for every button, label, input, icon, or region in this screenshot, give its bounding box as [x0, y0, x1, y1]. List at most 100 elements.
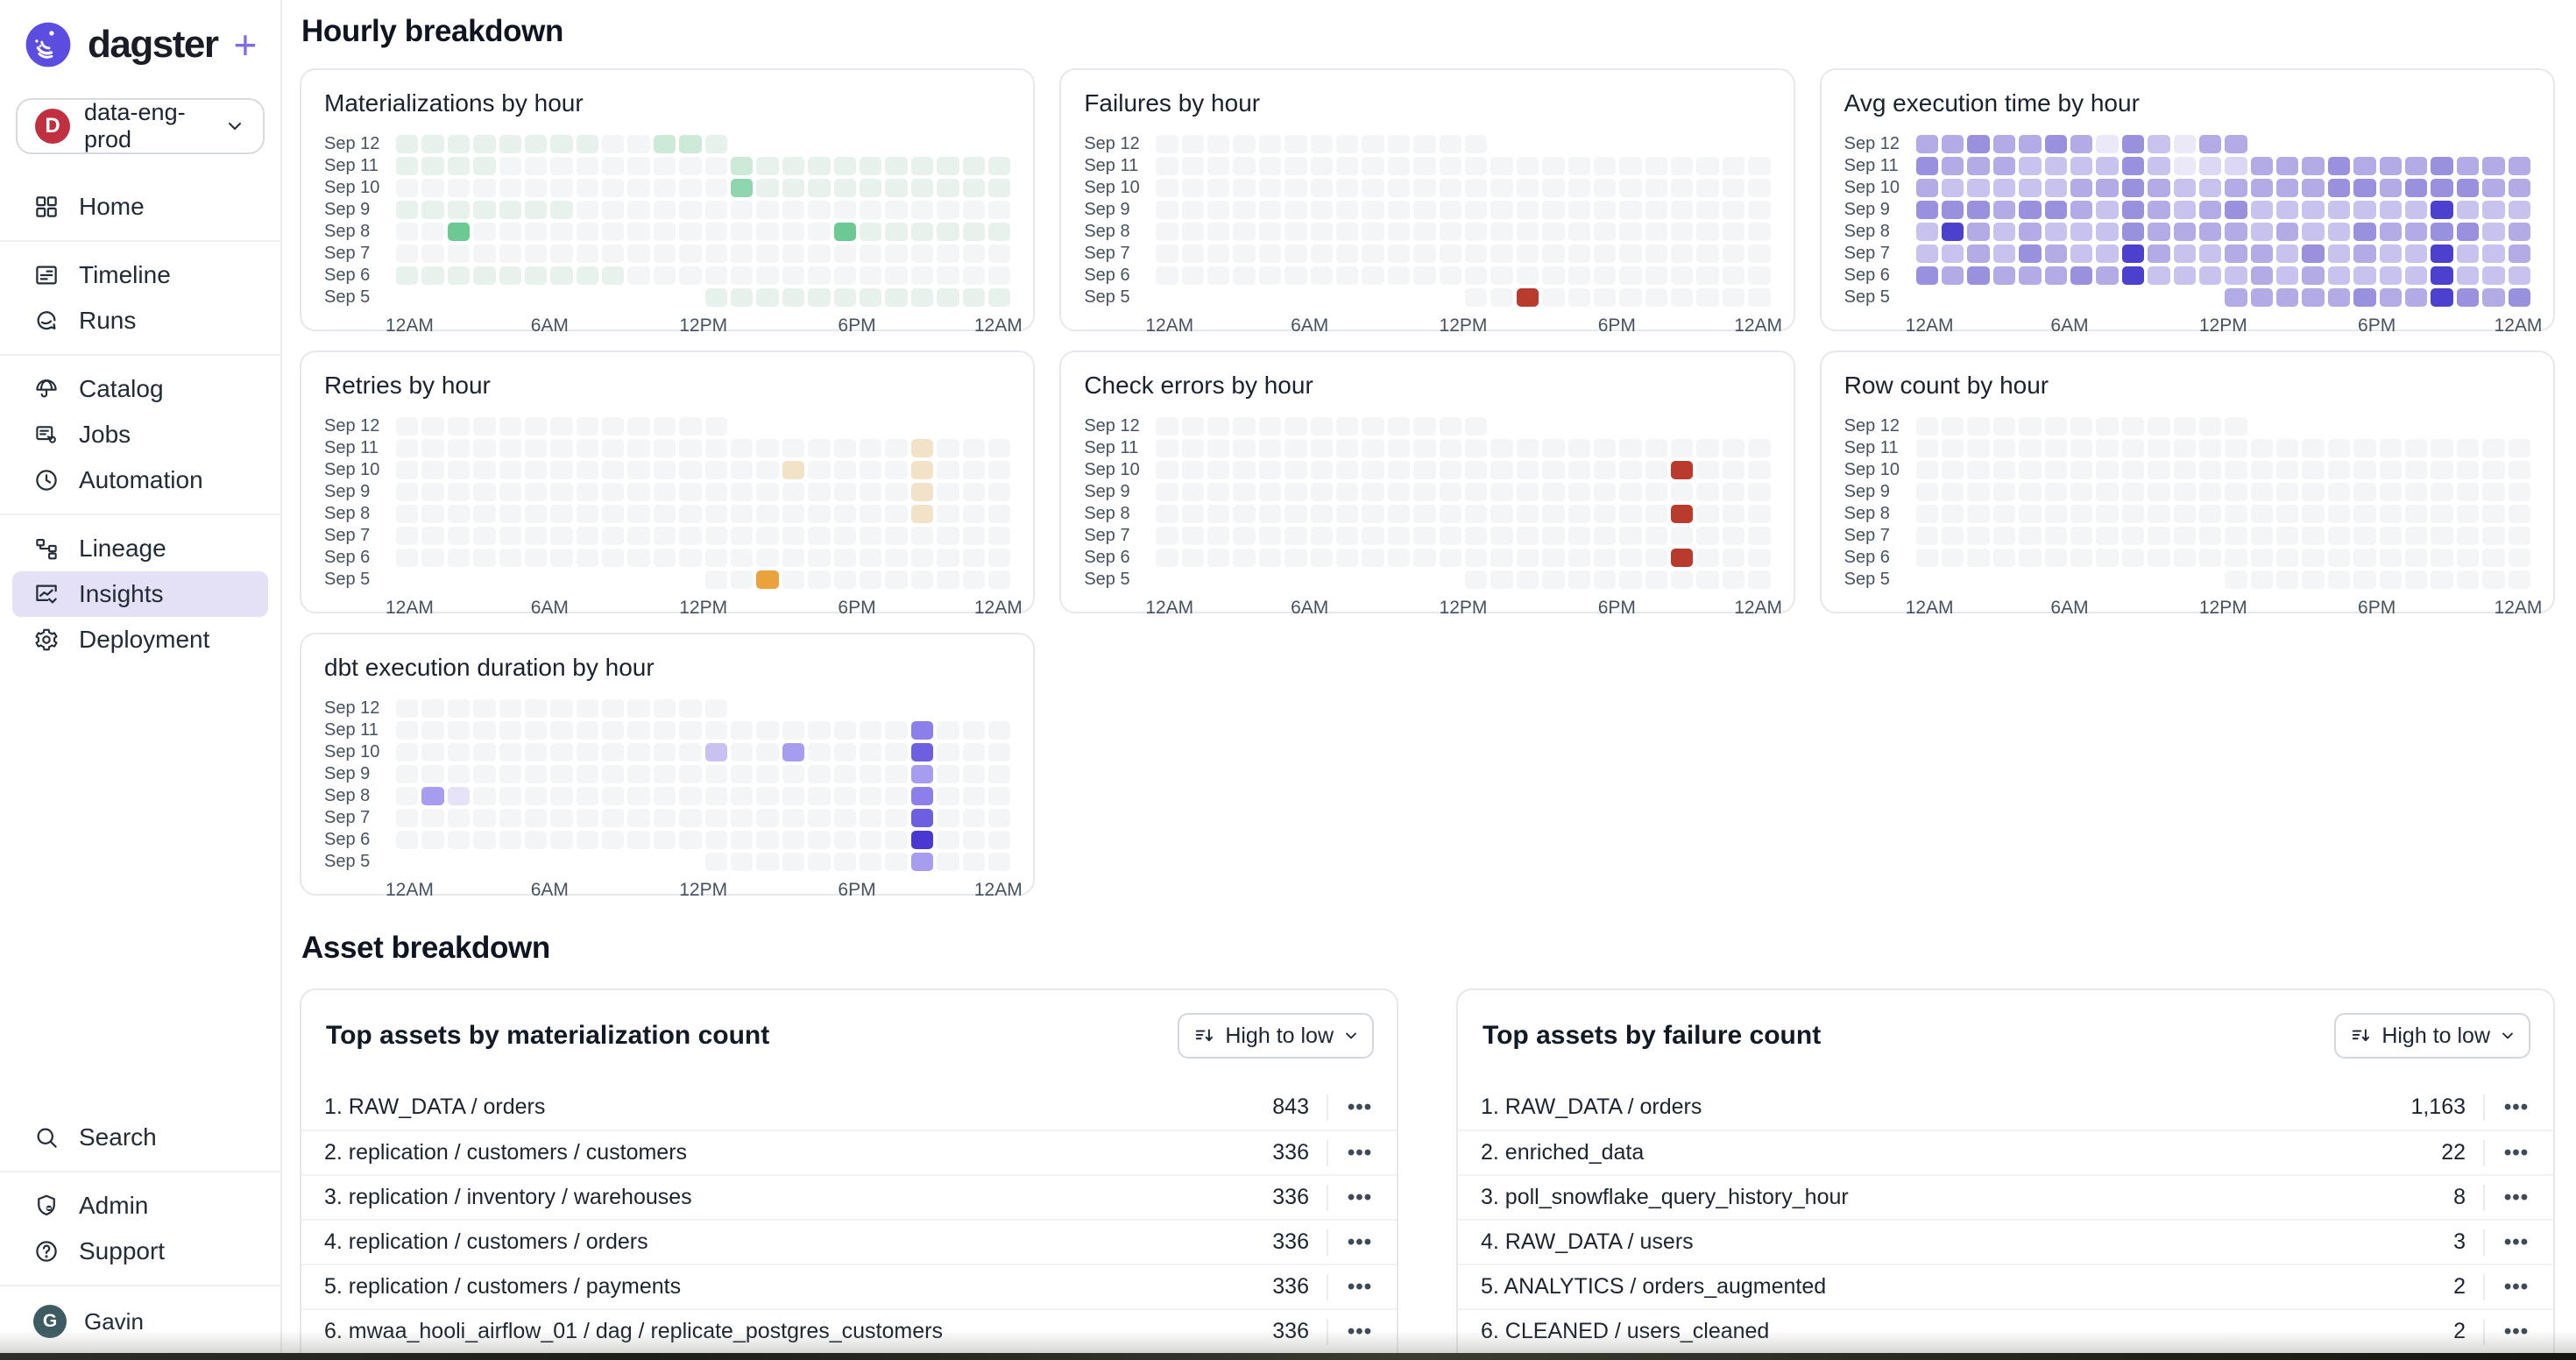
- heatmap-cell[interactable]: [2199, 505, 2221, 523]
- heatmap-cell[interactable]: [782, 570, 804, 589]
- heatmap-cell[interactable]: [679, 765, 701, 783]
- heatmap-cell[interactable]: [1233, 417, 1255, 436]
- heatmap-cell[interactable]: [2045, 201, 2067, 219]
- heatmap-cell[interactable]: [654, 721, 676, 740]
- heatmap-cell[interactable]: [627, 135, 649, 153]
- heatmap-cell[interactable]: [2302, 527, 2324, 545]
- heatmap-cell[interactable]: [1594, 461, 1616, 479]
- heatmap-cell[interactable]: [2199, 244, 2221, 263]
- heatmap-cell[interactable]: [396, 201, 418, 219]
- row-menu-button[interactable]: •••: [1335, 1085, 1384, 1130]
- heatmap-cell[interactable]: [1942, 417, 1964, 436]
- heatmap-cell[interactable]: [1619, 527, 1641, 545]
- heatmap-cell[interactable]: [1465, 527, 1487, 545]
- heatmap-cell[interactable]: [1465, 201, 1487, 219]
- heatmap-cell[interactable]: [2302, 549, 2324, 567]
- heatmap-cell[interactable]: [550, 787, 572, 805]
- heatmap-cell[interactable]: [2174, 201, 2196, 219]
- heatmap-cell[interactable]: [421, 483, 443, 501]
- table-row[interactable]: 4. replication / customers / orders336••…: [301, 1219, 1397, 1264]
- heatmap-cell[interactable]: [756, 809, 778, 827]
- heatmap-cell[interactable]: [1619, 505, 1641, 523]
- heatmap-cell[interactable]: [2096, 439, 2118, 457]
- heatmap-cell[interactable]: [2251, 223, 2273, 241]
- heatmap-cell[interactable]: [1207, 266, 1229, 285]
- heatmap-cell[interactable]: [1696, 570, 1718, 589]
- heatmap-cell[interactable]: [1619, 570, 1641, 589]
- heatmap-cell[interactable]: [1233, 505, 1255, 523]
- heatmap-cell[interactable]: [2225, 201, 2247, 219]
- heatmap-cell[interactable]: [577, 266, 598, 285]
- heatmap-cell[interactable]: [1490, 505, 1512, 523]
- heatmap-cell[interactable]: [1336, 244, 1358, 263]
- heatmap-cell[interactable]: [705, 288, 727, 307]
- heatmap-cell[interactable]: [577, 417, 598, 436]
- heatmap-cell[interactable]: [1619, 461, 1641, 479]
- heatmap-cell[interactable]: [2019, 135, 2041, 153]
- heatmap-cell[interactable]: [602, 831, 624, 849]
- heatmap-cell[interactable]: [1645, 157, 1667, 175]
- heatmap-cell[interactable]: [988, 461, 1010, 479]
- heatmap-cell[interactable]: [2122, 505, 2144, 523]
- heatmap-cell[interactable]: [1619, 439, 1641, 457]
- heatmap-cell[interactable]: [2070, 549, 2092, 567]
- heatmap-cell[interactable]: [1156, 461, 1178, 479]
- table-row[interactable]: 2. replication / customers / customers33…: [301, 1130, 1397, 1174]
- heatmap-cell[interactable]: [1207, 179, 1229, 197]
- heatmap-cell[interactable]: [2096, 223, 2118, 241]
- heatmap-cell[interactable]: [911, 288, 933, 307]
- heatmap-cell[interactable]: [2276, 527, 2298, 545]
- heatmap-cell[interactable]: [2122, 439, 2144, 457]
- heatmap-cell[interactable]: [2353, 549, 2375, 567]
- heatmap-cell[interactable]: [988, 439, 1010, 457]
- heatmap-cell[interactable]: [808, 809, 830, 827]
- heatmap-cell[interactable]: [1284, 527, 1306, 545]
- heatmap-cell[interactable]: [2174, 223, 2196, 241]
- heatmap-cell[interactable]: [1413, 135, 1435, 153]
- heatmap-cell[interactable]: [1465, 417, 1487, 436]
- heatmap-cell[interactable]: [1207, 201, 1229, 219]
- heatmap-cell[interactable]: [2457, 244, 2479, 263]
- heatmap-cell[interactable]: [1671, 461, 1693, 479]
- heatmap-cell[interactable]: [2482, 288, 2504, 307]
- heatmap-cell[interactable]: [1967, 527, 1989, 545]
- heatmap-cell[interactable]: [448, 743, 470, 761]
- heatmap-cell[interactable]: [1413, 417, 1435, 436]
- heatmap-cell[interactable]: [473, 527, 495, 545]
- heatmap-cell[interactable]: [499, 439, 521, 457]
- heatmap-cell[interactable]: [448, 157, 470, 175]
- heatmap-cell[interactable]: [1696, 505, 1718, 523]
- heatmap-cell[interactable]: [2122, 223, 2144, 241]
- heatmap-cell[interactable]: [885, 157, 907, 175]
- heatmap-cell[interactable]: [963, 288, 985, 307]
- heatmap-cell[interactable]: [2070, 461, 2092, 479]
- heatmap-cell[interactable]: [2405, 244, 2427, 263]
- heatmap-cell[interactable]: [937, 244, 959, 263]
- heatmap-cell[interactable]: [705, 505, 727, 523]
- heatmap-cell[interactable]: [2276, 505, 2298, 523]
- heatmap-cell[interactable]: [1696, 549, 1718, 567]
- heatmap-cell[interactable]: [1542, 461, 1564, 479]
- heatmap-cell[interactable]: [2380, 527, 2402, 545]
- heatmap-cell[interactable]: [679, 549, 701, 567]
- heatmap-cell[interactable]: [1182, 417, 1204, 436]
- heatmap-cell[interactable]: [1723, 483, 1744, 501]
- heatmap-cell[interactable]: [396, 417, 418, 436]
- heatmap-cell[interactable]: [577, 527, 598, 545]
- heatmap-cell[interactable]: [1336, 549, 1358, 567]
- heatmap-cell[interactable]: [911, 439, 933, 457]
- heatmap-cell[interactable]: [963, 721, 985, 740]
- heatmap-cell[interactable]: [2148, 483, 2169, 501]
- heatmap-cell[interactable]: [1967, 135, 1989, 153]
- heatmap-cell[interactable]: [2148, 266, 2169, 285]
- heatmap-cell[interactable]: [421, 787, 443, 805]
- heatmap-cell[interactable]: [2019, 266, 2041, 285]
- heatmap-cell[interactable]: [731, 483, 753, 501]
- heatmap-cell[interactable]: [1284, 157, 1306, 175]
- heatmap-cell[interactable]: [2251, 288, 2273, 307]
- heatmap-cell[interactable]: [782, 721, 804, 740]
- heatmap-cell[interactable]: [2148, 244, 2169, 263]
- heatmap-cell[interactable]: [963, 179, 985, 197]
- heatmap-cell[interactable]: [396, 179, 418, 197]
- heatmap-cell[interactable]: [1284, 179, 1306, 197]
